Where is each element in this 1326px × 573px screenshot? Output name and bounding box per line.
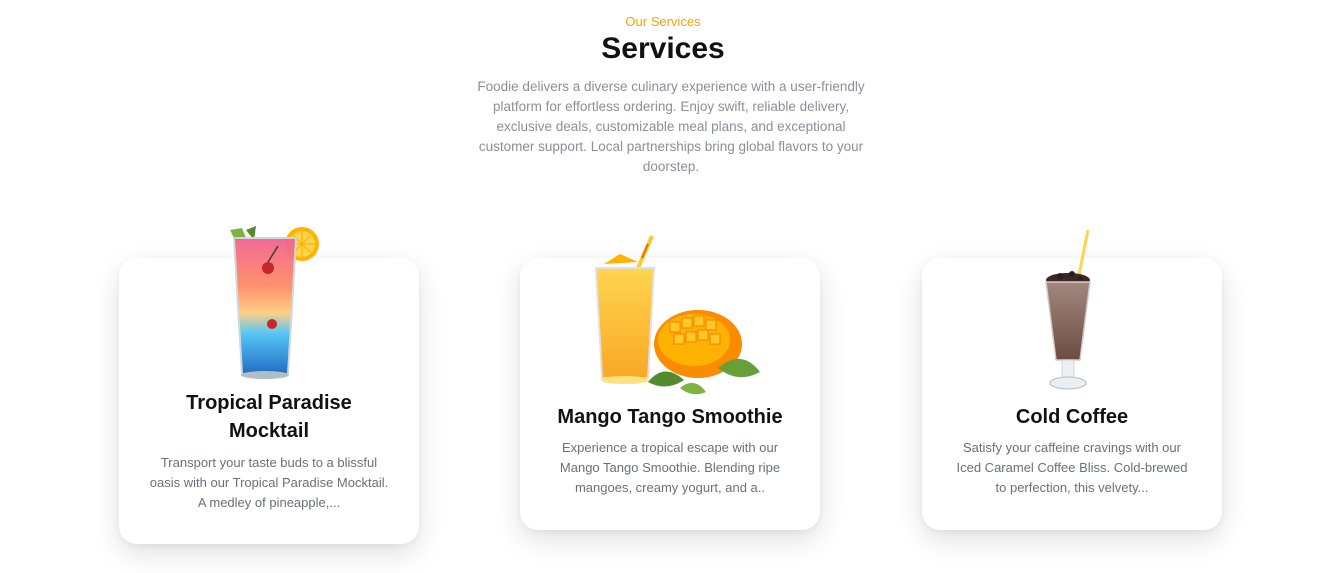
card-title-line-1: Tropical Paradise (186, 392, 352, 414)
card-title-line-2: Mocktail (228, 420, 310, 442)
services-eyebrow: Our Services (625, 14, 701, 29)
mango-smoothie-image (594, 235, 760, 395)
card-description: Transport your taste buds to a blissful … (149, 455, 389, 510)
card-title: Cold Coffee (1015, 406, 1129, 428)
cold-coffee-image (1045, 229, 1091, 390)
services-title: Services (601, 32, 725, 65)
card-description: Satisfy your caffeine cravings with our … (956, 440, 1188, 495)
card-title: Mango Tango Smoothie (557, 406, 783, 428)
card-title: Tropical Paradise Mocktail (119, 389, 419, 445)
card-description: Experience a tropical escape with our Ma… (559, 440, 781, 495)
services-intro: Foodie delivers a diverse culinary exper… (477, 79, 865, 174)
tropical-mocktail-image (230, 226, 319, 379)
